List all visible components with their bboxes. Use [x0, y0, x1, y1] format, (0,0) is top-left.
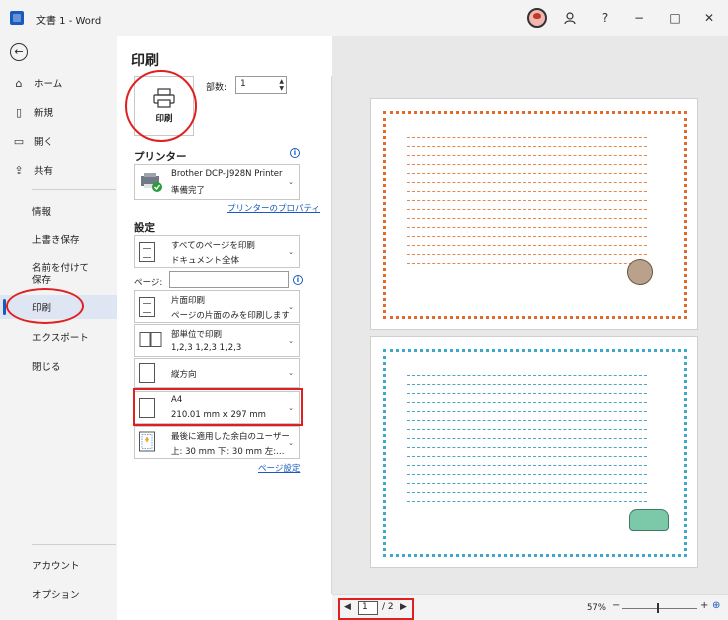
user-avatar[interactable] [527, 8, 547, 28]
portrait-icon [139, 363, 155, 383]
chevron-down-icon: ⌄ [288, 247, 294, 256]
fit-to-window-icon[interactable]: ⊕ [712, 600, 720, 611]
back-arrow-icon[interactable]: ← [10, 43, 28, 61]
zoom-slider[interactable] [622, 608, 697, 609]
chevron-down-icon: ⌄ [288, 178, 294, 186]
nav-item-open[interactable]: ▭ 開く [0, 129, 117, 153]
nav-item-share[interactable]: ⇪ 共有 [0, 158, 117, 182]
nav-item-info[interactable]: 情報 [0, 199, 117, 223]
pages-label: ページ: [134, 278, 163, 288]
one-sided-icon [139, 296, 155, 317]
preview-page [370, 98, 698, 330]
ruled-lines [407, 367, 647, 502]
zoom-percent[interactable]: 57% [587, 603, 606, 613]
page-setup-link[interactable]: ページ設定 [258, 462, 300, 474]
print-button[interactable]: 印刷 [134, 76, 194, 136]
nav-item-home[interactable]: ⌂ ホーム [0, 71, 117, 95]
share-icon: ⇪ [14, 163, 24, 177]
chevron-down-icon: ⌄ [288, 369, 294, 377]
chevron-down-icon: ⌄ [288, 336, 294, 345]
next-page-icon[interactable]: ▶ [400, 602, 407, 612]
maximize-button[interactable]: □ [664, 8, 686, 28]
nav-item-save[interactable]: 上書き保存 [0, 227, 117, 251]
printer-properties-link[interactable]: プリンターのプロパティ [227, 202, 320, 214]
nav-item-export[interactable]: エクスポート [0, 325, 117, 349]
print-panel: 印刷 印刷 部数: 1 ▲ ▼ プリンター i Brother DCP-J928N… [117, 36, 728, 620]
word-logo-icon [10, 11, 24, 25]
close-button[interactable]: ✕ [698, 8, 720, 28]
nav-item-save-as[interactable]: 名前を付けて保存 [0, 260, 117, 292]
folder-open-icon: ▭ [13, 134, 25, 148]
preview-page [370, 336, 698, 568]
printer-select[interactable]: Brother DCP-J928N Printer 準備完了 ⌄ [134, 164, 300, 200]
nav-item-new[interactable]: ▯ 新規 [0, 100, 117, 124]
window-title: 文書 1 - Word [36, 16, 102, 27]
orientation-select[interactable]: 縦方向 ⌄ [134, 358, 300, 388]
nav-divider [32, 544, 116, 545]
cat-illustration [627, 259, 653, 285]
info-icon[interactable]: i [293, 275, 303, 285]
printer-icon [153, 88, 175, 108]
margins-icon [139, 431, 155, 454]
zoom-in-icon[interactable]: + [700, 600, 708, 611]
car-illustration [629, 509, 669, 531]
preview-status-bar: ◀ 1 / 2 ▶ 57% − + ⊕ [332, 594, 728, 620]
print-preview[interactable] [332, 36, 728, 594]
info-icon[interactable]: i [290, 148, 300, 158]
backstage-nav: ← ⌂ ホーム ▯ 新規 ▭ 開く ⇪ 共有 情報 上書き保存 名前を付けて保存… [0, 36, 117, 620]
current-page-input[interactable]: 1 [358, 601, 378, 615]
minimize-button[interactable]: − [628, 8, 650, 28]
chevron-down-icon: ⌄ [288, 403, 294, 412]
printer-ready-icon [141, 173, 162, 192]
nav-item-close[interactable]: 閉じる [0, 354, 117, 378]
coauthor-icon[interactable] [560, 8, 582, 28]
zoom-slider-thumb[interactable] [657, 603, 659, 613]
printer-name: Brother DCP-J928N Printer [171, 169, 283, 179]
print-range-select[interactable]: すべてのページを印刷 ドキュメント全体 ⌄ [134, 235, 300, 268]
copies-label: 部数: [206, 83, 228, 93]
spinner-arrows-icon[interactable]: ▲ ▼ [279, 78, 284, 92]
settings-heading: 設定 [134, 222, 155, 234]
home-icon: ⌂ [15, 76, 23, 90]
chevron-down-icon: ⌄ [288, 438, 294, 447]
document-icon [139, 241, 155, 262]
paper-size-select[interactable]: A4 210.01 mm x 297 mm ⌄ [134, 391, 300, 424]
nav-divider [32, 189, 116, 190]
nav-item-options[interactable]: オプション [0, 582, 117, 606]
nav-item-print[interactable]: 印刷 [0, 295, 117, 319]
printer-heading: プリンター [134, 151, 187, 163]
nav-item-account[interactable]: アカウント [0, 553, 117, 577]
page-title: 印刷 [131, 53, 159, 69]
chevron-down-icon: ⌄ [288, 302, 294, 311]
collate-select[interactable]: 部単位で印刷 1,2,3 1,2,3 1,2,3 ⌄ [134, 324, 300, 357]
title-bar: 文書 1 - Word ? − □ ✕ [0, 0, 728, 36]
pages-input[interactable] [169, 271, 289, 288]
new-document-icon: ▯ [15, 105, 23, 119]
printer-status: 準備完了 [171, 186, 206, 196]
paper-size-icon [139, 397, 155, 418]
previous-page-icon[interactable]: ◀ [344, 602, 351, 612]
help-button[interactable]: ? [594, 8, 616, 28]
margins-select[interactable]: 最後に適用した余白のユーザー… 上: 30 mm 下: 30 mm 左:… ⌄ [134, 426, 300, 459]
copies-input[interactable]: 1 ▲ ▼ [235, 76, 287, 94]
duplex-select[interactable]: 片面印刷 ページの片面のみを印刷します ⌄ [134, 290, 300, 323]
collate-icon [139, 331, 163, 350]
zoom-out-icon[interactable]: − [612, 600, 620, 611]
ruled-lines [407, 129, 647, 264]
page-total: / 2 [382, 602, 394, 612]
